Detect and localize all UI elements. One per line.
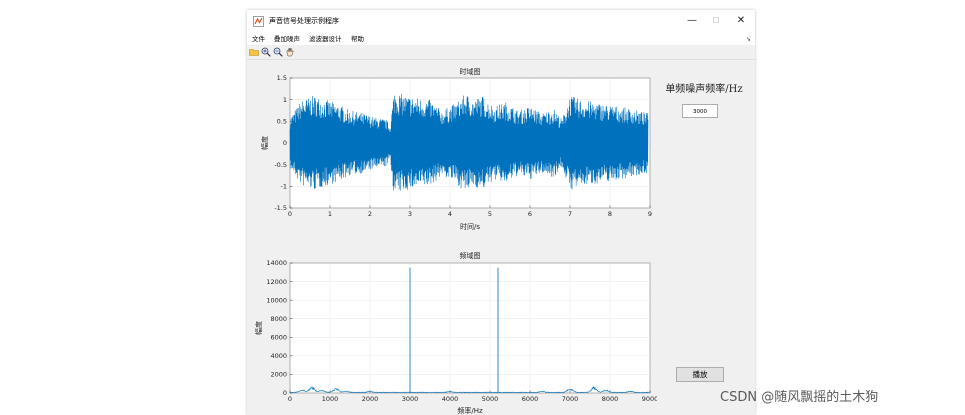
freq-x-tick-label: 5000 (482, 395, 499, 403)
time-y-tick-label: 1 (283, 96, 287, 104)
menu-help[interactable]: 帮助 (351, 35, 364, 44)
time-y-axis-label: 幅度 (260, 136, 269, 150)
menubar-dock-arrow-icon[interactable]: ➘ (746, 35, 751, 44)
freq-x-tick-label: 3000 (402, 395, 419, 403)
freq-axes-background (289, 262, 651, 394)
figure-area: 0 1 2 3 4 5 6 7 8 9 -1.5 -1 -0.5 0 0.5 1 1.5 时域图 时间/s 幅度… (247, 60, 755, 415)
freq-y-tick-label: 4000 (270, 352, 287, 360)
time-y-tick-label: 0 (283, 139, 287, 147)
time-x-tick-label: 4 (448, 210, 452, 218)
menu-add-noise[interactable]: 叠加噪声 (274, 35, 300, 44)
pan-hand-icon[interactable] (285, 47, 295, 57)
noise-frequency-input[interactable]: 3000 (682, 104, 718, 118)
freq-x-tick-label: 2000 (362, 395, 379, 403)
freq-x-tick-label: 9000 (642, 395, 657, 403)
time-x-tick-label: 3 (408, 210, 412, 218)
maximize-button[interactable]: ☐ (707, 13, 725, 29)
freq-y-tick-label: 0 (283, 389, 287, 397)
matlab-figure-icon (253, 16, 264, 27)
time-y-tick-label: -1.5 (274, 204, 287, 212)
time-domain-plot: 0 1 2 3 4 5 6 7 8 9 -1.5 -1 -0.5 0 0.5 1 1.5 时域图 时间/s 幅度 (260, 67, 652, 231)
freq-y-tick-label: 2000 (270, 371, 287, 379)
freq-x-tick-label: 8000 (602, 395, 619, 403)
time-y-tick-label: 0.5 (277, 118, 287, 126)
time-y-tick-label: -0.5 (274, 161, 287, 169)
freq-x-tick-label: 4000 (442, 395, 459, 403)
freq-y-tick-label: 14000 (266, 259, 287, 267)
watermark-text: CSDN @随风飘摇的土木狗 (720, 390, 879, 405)
time-plot-title: 时域图 (460, 67, 481, 76)
zoom-out-icon[interactable] (273, 47, 283, 57)
app-window: 声音信号处理示例程序 — ☐ ✕ 文件 叠加噪声 滤波器设计 帮助 ➘ 0 1 … (247, 10, 755, 415)
freq-x-tick-label: 7000 (562, 395, 579, 403)
toolbar (247, 45, 755, 60)
open-folder-icon[interactable] (249, 47, 259, 57)
noise-frequency-label: 单频噪声频率/Hz (665, 84, 743, 95)
time-x-tick-label: 7 (568, 210, 572, 218)
freq-plot-title: 频域图 (460, 251, 481, 260)
freq-y-tick-label: 6000 (270, 333, 287, 341)
frequency-domain-plot: 0 1000 2000 3000 4000 5000 6000 7000 8000 9000 0 20… (254, 251, 657, 415)
close-button[interactable]: ✕ (732, 13, 750, 29)
time-x-tick-label: 0 (288, 210, 292, 218)
freq-x-tick-label: 1000 (322, 395, 339, 403)
freq-y-tick-label: 12000 (266, 278, 287, 286)
freq-y-tick-label: 10000 (266, 296, 287, 304)
menu-filter-design[interactable]: 滤波器设计 (309, 35, 342, 44)
minimize-button[interactable]: — (683, 13, 701, 29)
freq-y-axis-label: 幅度 (254, 321, 263, 335)
freq-x-tick-label: 6000 (522, 395, 539, 403)
time-x-axis-label: 时间/s (460, 222, 480, 231)
title-bar: 声音信号处理示例程序 — ☐ ✕ (247, 10, 755, 34)
time-x-tick-label: 8 (608, 210, 612, 218)
time-y-tick-label: 1.5 (277, 74, 287, 82)
play-button[interactable]: 播放 (676, 367, 724, 382)
time-x-tick-label: 2 (368, 210, 372, 218)
freq-x-axis-label: 频率/Hz (457, 406, 483, 415)
time-x-tick-label: 5 (488, 210, 492, 218)
time-y-tick-label: -1 (281, 183, 287, 191)
window-title: 声音信号处理示例程序 (269, 17, 339, 25)
menu-file[interactable]: 文件 (252, 35, 265, 44)
zoom-in-icon[interactable] (261, 47, 271, 57)
menu-bar: 文件 叠加噪声 滤波器设计 帮助 ➘ (247, 34, 755, 45)
freq-y-tick-label: 8000 (270, 315, 287, 323)
time-x-tick-label: 6 (528, 210, 532, 218)
time-x-tick-label: 9 (648, 210, 652, 218)
time-x-tick-label: 1 (328, 210, 332, 218)
freq-x-tick-label: 0 (288, 395, 292, 403)
